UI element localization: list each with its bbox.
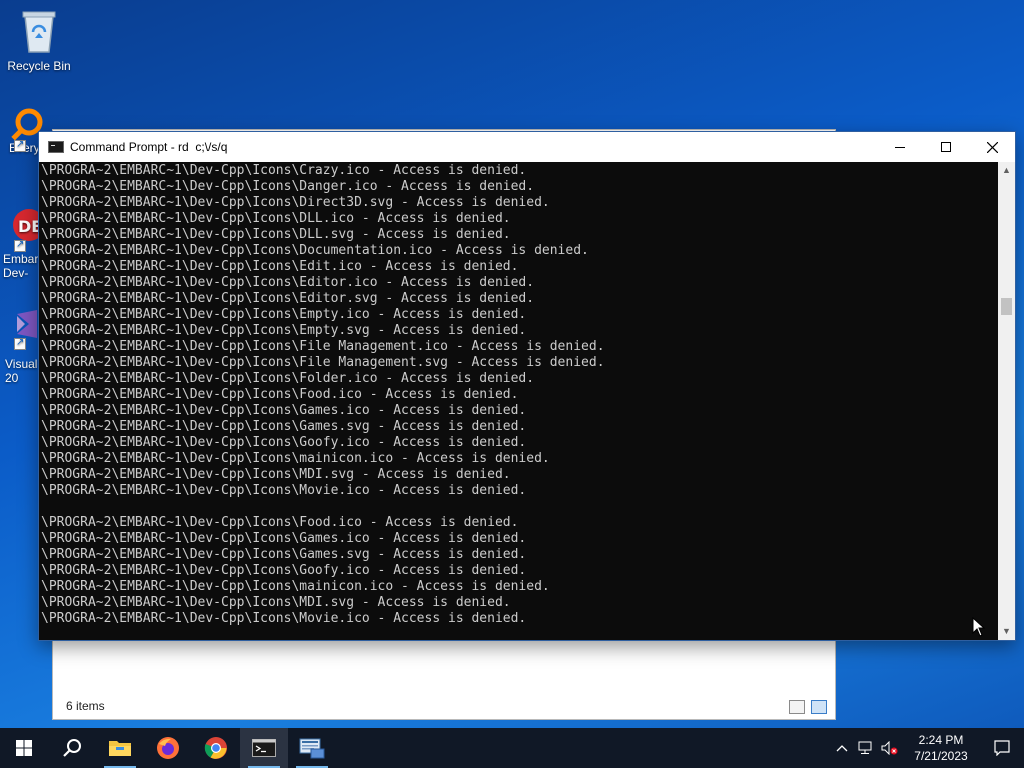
minimize-button[interactable] — [877, 132, 923, 162]
shortcut-arrow-icon — [14, 139, 26, 152]
scroll-up-icon[interactable]: ▲ — [998, 162, 1015, 179]
clock[interactable]: 2:24 PM 7/21/2023 — [902, 732, 980, 764]
console-line: \PROGRA~2\EMBARC~1\Dev-Cpp\Icons\Danger.… — [41, 179, 535, 194]
command-prompt-icon — [48, 141, 64, 153]
console-output[interactable]: \PROGRA~2\EMBARC~1\Dev-Cpp\Icons\Crazy.i… — [39, 162, 1000, 640]
console-line: \PROGRA~2\EMBARC~1\Dev-Cpp\Icons\Food.ic… — [41, 387, 519, 402]
command-prompt-window[interactable]: Command Prompt - rd c;\/s/q \PROGRA~2\EM… — [38, 131, 1016, 641]
desktop-icon-label: Embar Dev- — [3, 252, 39, 280]
console-line: \PROGRA~2\EMBARC~1\Dev-Cpp\Icons\MDI.svg… — [41, 595, 511, 610]
chrome-icon — [204, 737, 227, 759]
console-line: \PROGRA~2\EMBARC~1\Dev-Cpp\Icons\Empty.i… — [41, 307, 527, 322]
window-title: Command Prompt - rd c;\/s/q — [70, 140, 228, 154]
desktop-icon-label: Recycle Bin — [7, 59, 71, 73]
minimize-icon — [895, 147, 905, 148]
console-line: \PROGRA~2\EMBARC~1\Dev-Cpp\Icons\MDI.svg… — [41, 467, 511, 482]
desktop-icon-embarcadero-devcpp[interactable]: DE Embar Dev- — [0, 207, 45, 280]
search-button[interactable] — [48, 728, 96, 768]
console-line: \PROGRA~2\EMBARC~1\Dev-Cpp\Icons\Direct3… — [41, 195, 550, 210]
maximize-icon — [941, 142, 951, 152]
console-line: \PROGRA~2\EMBARC~1\Dev-Cpp\Icons\Documen… — [41, 243, 589, 258]
console-line: \PROGRA~2\EMBARC~1\Dev-Cpp\Icons\Movie.i… — [41, 611, 527, 626]
console-line: \PROGRA~2\EMBARC~1\Dev-Cpp\Icons\Editor.… — [41, 275, 535, 290]
volume-button[interactable] — [878, 728, 902, 768]
console-line: \PROGRA~2\EMBARC~1\Dev-Cpp\Icons\Crazy.i… — [41, 163, 527, 178]
desktop-icon-everything[interactable]: Every — [0, 106, 43, 155]
system-tray: 2:24 PM 7/21/2023 — [830, 728, 1024, 768]
file-explorer-icon — [109, 741, 131, 756]
console-line: \PROGRA~2\EMBARC~1\Dev-Cpp\Icons\DLL.ico… — [41, 211, 511, 226]
console-line: \PROGRA~2\EMBARC~1\Dev-Cpp\Icons\Goofy.i… — [41, 563, 527, 578]
console-line: \PROGRA~2\EMBARC~1\Dev-Cpp\Icons\Games.i… — [41, 531, 527, 546]
taskbar-file-explorer[interactable] — [96, 728, 144, 768]
network-tool-icon — [299, 738, 325, 759]
item-count: 6 items — [66, 699, 105, 713]
console-line: \PROGRA~2\EMBARC~1\Dev-Cpp\Icons\Movie.i… — [41, 483, 527, 498]
network-icon — [858, 741, 872, 754]
action-center-button[interactable] — [980, 728, 1024, 768]
volume-muted-icon — [881, 741, 898, 755]
console-line: \PROGRA~2\EMBARC~1\Dev-Cpp\Icons\Editor.… — [41, 291, 535, 306]
console-line: \PROGRA~2\EMBARC~1\Dev-Cpp\Icons\Goofy.i… — [41, 435, 527, 450]
recycle-bin-icon — [22, 11, 56, 53]
notification-icon — [994, 740, 1010, 756]
start-button[interactable] — [0, 728, 48, 768]
show-hidden-icons-button[interactable] — [830, 728, 854, 768]
desktop-icon-visual-studio[interactable]: Visual 20 — [0, 308, 43, 385]
taskbar: 2:24 PM 7/21/2023 — [0, 728, 1024, 768]
close-icon — [986, 141, 998, 153]
vertical-scrollbar[interactable]: ▲ ▼ — [998, 162, 1015, 640]
shortcut-arrow-icon — [14, 337, 26, 350]
chevron-up-icon — [836, 745, 848, 752]
clock-time: 2:24 PM — [918, 733, 964, 747]
close-button[interactable] — [969, 132, 1015, 162]
clock-date: 7/21/2023 — [914, 749, 968, 763]
details-view-icon[interactable] — [789, 700, 805, 714]
console-line: \PROGRA~2\EMBARC~1\Dev-Cpp\Icons\Games.s… — [41, 547, 527, 562]
shortcut-arrow-icon — [14, 239, 26, 252]
large-icons-view-icon[interactable] — [811, 700, 827, 714]
console-line: \PROGRA~2\EMBARC~1\Dev-Cpp\Icons\File Ma… — [41, 339, 605, 354]
explorer-status-bar: 6 items — [53, 695, 835, 719]
console-line: \PROGRA~2\EMBARC~1\Dev-Cpp\Icons\mainico… — [41, 451, 550, 466]
taskbar-command-prompt[interactable] — [240, 728, 288, 768]
scroll-down-icon[interactable]: ▼ — [998, 623, 1015, 640]
start-icon — [16, 740, 32, 756]
console-line: \PROGRA~2\EMBARC~1\Dev-Cpp\Icons\Games.s… — [41, 419, 527, 434]
console-line: \PROGRA~2\EMBARC~1\Dev-Cpp\Icons\mainico… — [41, 579, 550, 594]
taskbar-network-tool[interactable] — [288, 728, 336, 768]
search-icon — [63, 739, 81, 757]
console-line: \PROGRA~2\EMBARC~1\Dev-Cpp\Icons\Games.i… — [41, 403, 527, 418]
console-line: \PROGRA~2\EMBARC~1\Dev-Cpp\Icons\Edit.ic… — [41, 259, 519, 274]
console-line: \PROGRA~2\EMBARC~1\Dev-Cpp\Icons\Empty.s… — [41, 323, 527, 338]
console-line: \PROGRA~2\EMBARC~1\Dev-Cpp\Icons\Food.ic… — [41, 515, 519, 530]
desktop-icon-recycle-bin[interactable]: Recycle Bin — [1, 8, 77, 73]
console-line: \PROGRA~2\EMBARC~1\Dev-Cpp\Icons\DLL.svg… — [41, 227, 511, 242]
console-line: \PROGRA~2\EMBARC~1\Dev-Cpp\Icons\File Ma… — [41, 355, 605, 370]
taskbar-chrome[interactable] — [192, 728, 240, 768]
mouse-cursor-icon — [972, 617, 986, 637]
command-prompt-icon — [252, 739, 276, 757]
console-line: \PROGRA~2\EMBARC~1\Dev-Cpp\Icons\Folder.… — [41, 371, 535, 386]
maximize-button[interactable] — [923, 132, 969, 162]
title-bar[interactable]: Command Prompt - rd c;\/s/q — [39, 132, 1015, 162]
taskbar-firefox[interactable] — [144, 728, 192, 768]
network-status-button[interactable] — [854, 728, 878, 768]
firefox-icon — [157, 737, 179, 759]
scroll-thumb[interactable] — [1001, 298, 1012, 315]
